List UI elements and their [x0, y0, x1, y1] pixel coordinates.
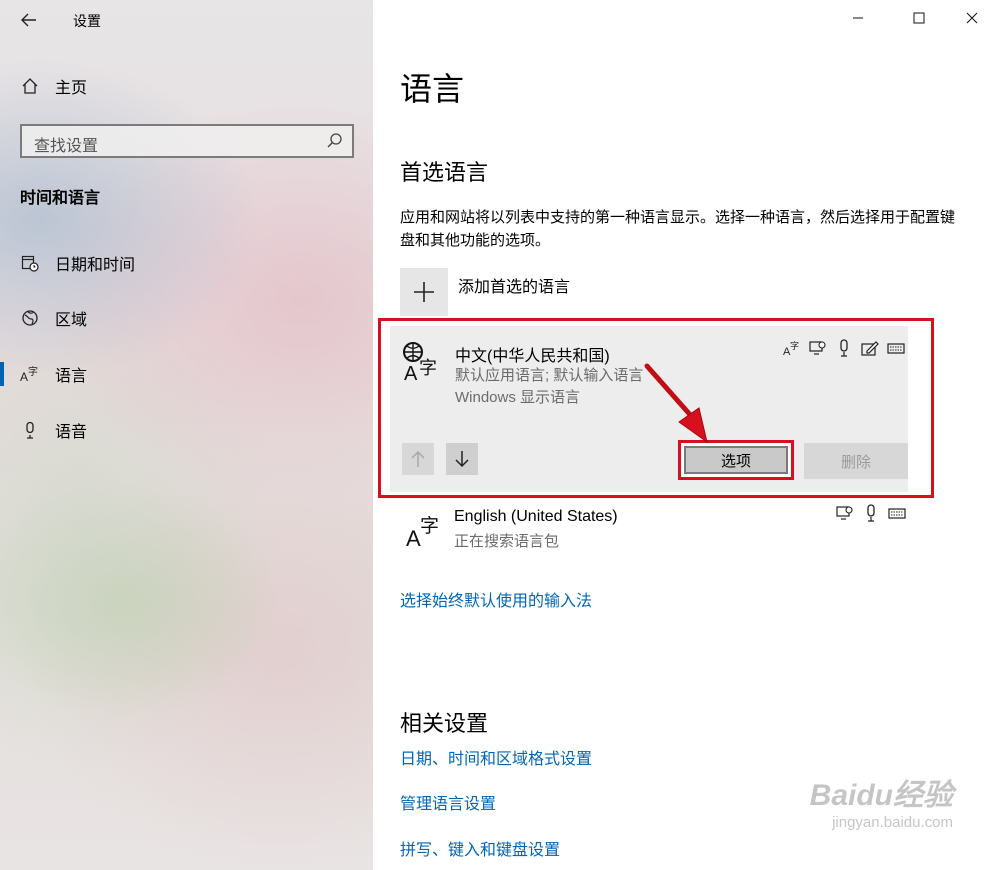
speech-recognition-icon: [836, 504, 854, 522]
svg-text:字: 字: [420, 515, 439, 537]
app-title: 设置: [73, 13, 101, 29]
back-arrow-icon: [21, 13, 36, 27]
svg-text:字: 字: [28, 365, 38, 378]
description-text: 应用和网站将以列表中支持的第一种语言显示。选择一种语言，然后选择用于配置键盘和其…: [400, 209, 956, 249]
watermark-brand: Baidu经验: [809, 779, 953, 812]
home-icon: [20, 76, 40, 96]
sidebar-item-language[interactable]: A字 语言: [0, 354, 373, 394]
language-name[interactable]: English (United States): [454, 508, 618, 526]
add-language-button[interactable]: [400, 268, 448, 316]
language-status: 正在搜索语言包: [454, 533, 560, 550]
sidebar: 设置 主页 查找设置 时间和语言 日期和时间 区域 A字 语言 语音: [0, 0, 373, 870]
add-language-label[interactable]: 添加首选的语言: [458, 273, 570, 297]
sidebar-item-datetime[interactable]: 日期和时间: [0, 243, 373, 283]
related-settings-heading: 相关设置: [400, 711, 489, 736]
related-link-date-region[interactable]: 日期、时间和区域格式设置: [400, 745, 592, 769]
globe-region-icon: [20, 308, 40, 328]
search-icon: [327, 133, 342, 148]
sidebar-item-label: 语音: [55, 424, 88, 441]
close-button[interactable]: [957, 5, 987, 35]
keyboard-icon: [888, 504, 906, 522]
title-bar: 设置: [0, 0, 373, 40]
language-feature-icons: [836, 504, 906, 522]
main-content: 语言 首选语言 应用和网站将以列表中支持的第一种语言显示。选择一种语言，然后选择…: [373, 0, 1000, 870]
maximize-icon: [913, 12, 925, 24]
pointer-arrow: [644, 363, 708, 444]
sidebar-item-label: 区域: [55, 312, 88, 329]
svg-text:A: A: [20, 370, 28, 384]
related-link-spelling-keyboard[interactable]: 拼写、键入和键盘设置: [400, 836, 560, 860]
default-input-method-link[interactable]: 选择始终默认使用的输入法: [400, 587, 592, 611]
sidebar-item-region[interactable]: 区域: [0, 298, 373, 338]
microphone-icon: [20, 420, 40, 440]
back-button[interactable]: [14, 6, 44, 34]
minimize-icon: [853, 17, 863, 19]
microphone-icon: [862, 504, 880, 522]
language-pack-icon-english: A字: [403, 508, 445, 551]
plus-icon: [414, 282, 434, 302]
minimize-button[interactable]: [843, 5, 873, 35]
watermark-url: jingyan.baidu.com: [832, 814, 953, 831]
page-title: 语言: [400, 71, 465, 107]
sidebar-item-label: 日期和时间: [55, 257, 136, 274]
search-placeholder: 查找设置: [34, 138, 99, 155]
sidebar-item-label: 语言: [55, 368, 88, 385]
sidebar-section-heading: 时间和语言: [20, 190, 101, 207]
nav-home[interactable]: 主页: [0, 66, 373, 106]
watermark: Baidu经验 jingyan.baidu.com: [763, 770, 953, 831]
svg-text:A: A: [406, 526, 421, 550]
calendar-clock-icon: [20, 253, 40, 273]
language-icon: A字: [20, 364, 40, 384]
close-icon: [966, 12, 978, 24]
nav-home-label: 主页: [55, 80, 88, 97]
maximize-button[interactable]: [904, 5, 934, 35]
sidebar-item-speech[interactable]: 语音: [0, 410, 373, 450]
related-link-manage-language[interactable]: 管理语言设置: [400, 790, 496, 814]
search-field[interactable]: 查找设置: [20, 124, 354, 158]
preferred-languages-heading: 首选语言: [400, 160, 489, 185]
